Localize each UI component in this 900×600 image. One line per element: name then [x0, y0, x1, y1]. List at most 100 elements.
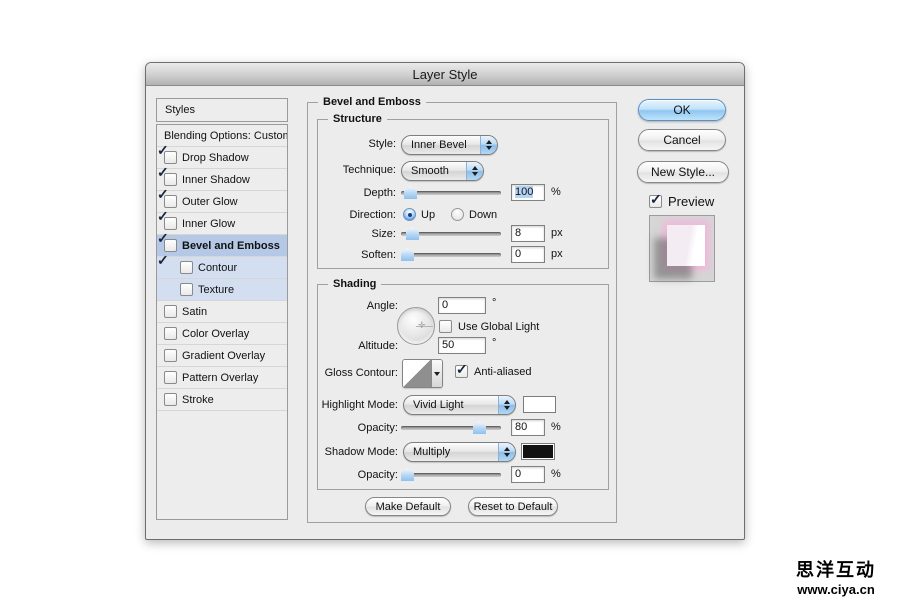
make-default-label: Make Default — [376, 501, 441, 513]
ok-button[interactable]: OK — [638, 99, 726, 121]
dialog-titlebar[interactable]: Layer Style — [146, 63, 744, 86]
new-style-button[interactable]: New Style... — [637, 161, 729, 183]
styles-header[interactable]: Styles — [156, 98, 288, 122]
angle-unit: ° — [492, 297, 496, 309]
watermark: 思洋互动 www.ciya.cn — [780, 556, 892, 597]
sidebar-item[interactable]: Contour — [157, 257, 287, 279]
sidebar-item[interactable]: Pattern Overlay — [157, 367, 287, 389]
gloss-contour-label: Gloss Contour: — [318, 367, 398, 379]
styles-header-label: Styles — [165, 104, 195, 116]
depth-input[interactable]: 100 — [511, 184, 545, 201]
sidebar-item-label: Satin — [182, 306, 207, 318]
popup-stepper-icon — [498, 443, 515, 461]
ok-label: OK — [673, 103, 690, 117]
shading-group: Shading Angle: 0 ° ✛ Use Global Light Al… — [317, 284, 609, 490]
anti-aliased-checkbox[interactable] — [455, 365, 468, 378]
highlight-opacity-slider[interactable] — [401, 421, 501, 435]
gloss-contour-picker[interactable] — [402, 359, 443, 388]
highlight-opacity-input[interactable]: 80 — [511, 419, 545, 436]
shadow-color-swatch[interactable] — [521, 443, 555, 460]
sidebar-item[interactable]: Outer Glow — [157, 191, 287, 213]
style-checkbox[interactable] — [164, 195, 177, 208]
sidebar-item[interactable]: Stroke — [157, 389, 287, 411]
style-checkbox[interactable] — [164, 305, 177, 318]
highlight-mode-label: Highlight Mode: — [318, 399, 398, 411]
style-popup-value: Inner Bevel — [402, 139, 480, 151]
highlight-mode-popup[interactable]: Vivid Light — [403, 395, 516, 415]
contour-dropdown-arrow-icon[interactable] — [431, 360, 442, 387]
highlight-color-swatch[interactable] — [523, 396, 556, 413]
sidebar-item[interactable]: Inner Shadow — [157, 169, 287, 191]
size-unit: px — [551, 227, 563, 239]
use-global-light-label: Use Global Light — [458, 321, 539, 333]
shadow-mode-value: Multiply — [404, 446, 498, 458]
style-popup[interactable]: Inner Bevel — [401, 135, 498, 155]
style-checkbox[interactable] — [164, 217, 177, 230]
sidebar-item[interactable]: Texture — [157, 279, 287, 301]
highlight-mode-value: Vivid Light — [404, 399, 498, 411]
style-checkbox[interactable] — [164, 173, 177, 186]
style-checkbox[interactable] — [164, 349, 177, 362]
shadow-opacity-label: Opacity: — [318, 469, 398, 481]
slider-track[interactable] — [401, 253, 501, 257]
size-slider[interactable] — [401, 227, 501, 241]
shadow-opacity-input[interactable]: 0 — [511, 466, 545, 483]
soften-input[interactable]: 0 — [511, 246, 545, 263]
style-checkbox[interactable] — [164, 327, 177, 340]
technique-popup[interactable]: Smooth — [401, 161, 484, 181]
sidebar-item-label: Blending Options: Custom — [164, 130, 288, 142]
watermark-line1: 思洋互动 — [780, 556, 892, 582]
sidebar-item-label: Stroke — [182, 394, 214, 406]
angle-input[interactable]: 0 — [438, 297, 486, 314]
depth-slider[interactable] — [401, 186, 501, 200]
cancel-label: Cancel — [663, 133, 700, 147]
sidebar-item-label: Gradient Overlay — [182, 350, 265, 362]
shadow-mode-popup[interactable]: Multiply — [403, 442, 516, 462]
style-checkbox[interactable] — [180, 283, 193, 296]
reset-to-default-button[interactable]: Reset to Default — [468, 497, 558, 516]
preview-checkbox[interactable] — [649, 195, 662, 208]
shadow-opacity-slider[interactable] — [401, 468, 501, 482]
soften-slider[interactable] — [401, 248, 501, 262]
use-global-light-checkbox[interactable] — [439, 320, 452, 333]
sidebar-item-label: Texture — [198, 284, 234, 296]
sidebar-item[interactable]: Blending Options: Custom — [157, 125, 287, 147]
make-default-button[interactable]: Make Default — [365, 497, 451, 516]
sidebar-item[interactable]: Satin — [157, 301, 287, 323]
slider-thumb[interactable] — [406, 227, 419, 240]
style-checkbox[interactable] — [164, 151, 177, 164]
direction-down-radio[interactable] — [451, 208, 464, 221]
shading-legend: Shading — [328, 278, 381, 290]
slider-thumb[interactable] — [401, 468, 414, 481]
angle-dial[interactable]: ✛ — [397, 307, 435, 345]
sidebar-item-label: Color Overlay — [182, 328, 249, 340]
bevel-emboss-panel: Bevel and Emboss Structure Style: Inner … — [307, 102, 617, 523]
style-checkbox[interactable] — [164, 239, 177, 252]
sidebar-item[interactable]: Color Overlay — [157, 323, 287, 345]
sidebar-item[interactable]: Drop Shadow — [157, 147, 287, 169]
style-checkbox[interactable] — [164, 371, 177, 384]
reset-to-default-label: Reset to Default — [474, 501, 553, 513]
direction-up-radio[interactable] — [403, 208, 416, 221]
new-style-label: New Style... — [651, 165, 715, 179]
sidebar-item[interactable]: Inner Glow — [157, 213, 287, 235]
sidebar-item[interactable]: Bevel and Emboss — [157, 235, 287, 257]
slider-thumb[interactable] — [401, 248, 414, 261]
cancel-button[interactable]: Cancel — [638, 129, 726, 151]
slider-track[interactable] — [401, 473, 501, 477]
style-checkbox[interactable] — [180, 261, 193, 274]
altitude-input[interactable]: 50 — [438, 337, 486, 354]
size-input[interactable]: 8 — [511, 225, 545, 242]
sidebar-item-label: Pattern Overlay — [182, 372, 258, 384]
highlight-opacity-unit: % — [551, 421, 561, 433]
slider-thumb[interactable] — [404, 186, 417, 199]
preview-thumbnail — [649, 215, 715, 282]
style-checkbox[interactable] — [164, 393, 177, 406]
slider-thumb[interactable] — [473, 421, 486, 434]
sidebar-item[interactable]: Gradient Overlay — [157, 345, 287, 367]
popup-stepper-icon — [466, 162, 483, 180]
direction-down-label: Down — [469, 209, 497, 221]
structure-legend: Structure — [328, 113, 387, 125]
styles-list: Blending Options: Custom Drop Shadow Inn… — [156, 124, 288, 520]
slider-track[interactable] — [401, 426, 501, 430]
